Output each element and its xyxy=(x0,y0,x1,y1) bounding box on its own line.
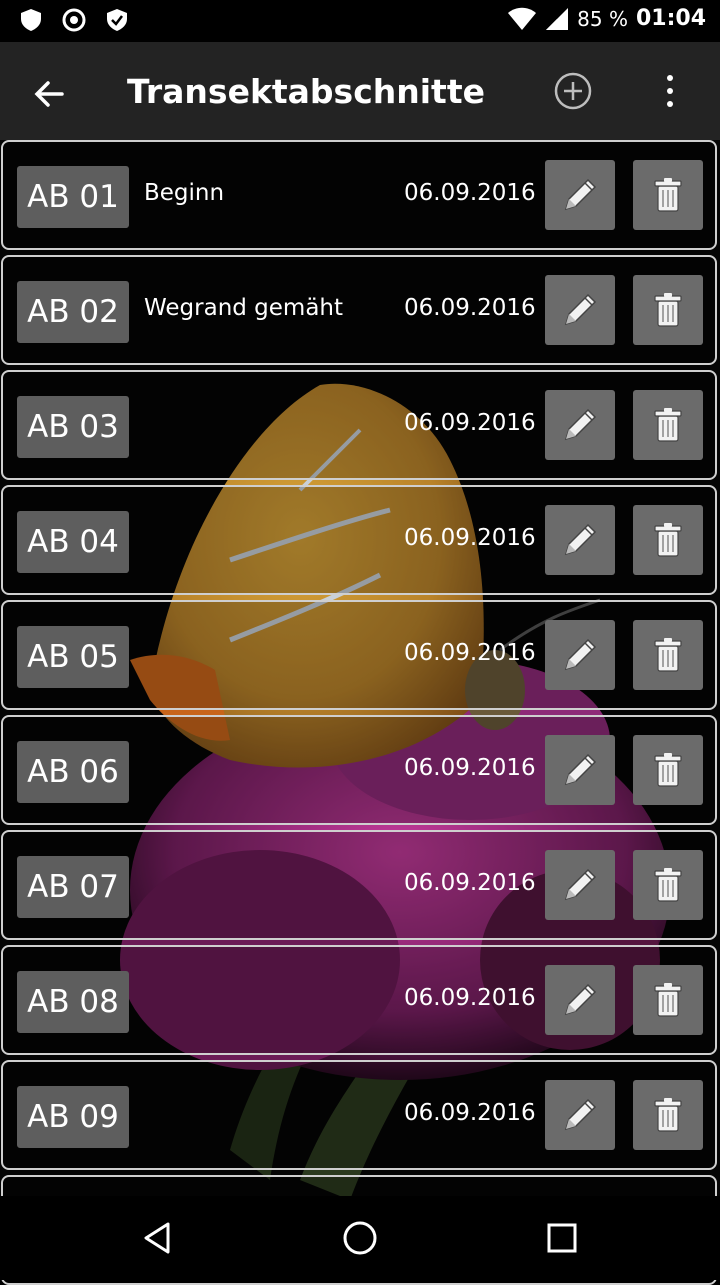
section-date: 06.09.2016 xyxy=(404,985,536,1011)
trash-icon xyxy=(654,523,682,557)
clock: 01:04 xyxy=(635,6,706,31)
list-item[interactable]: AB 08 06.09.2016 xyxy=(1,945,717,1055)
section-date: 06.09.2016 xyxy=(404,1100,536,1126)
delete-button[interactable] xyxy=(633,275,703,345)
pencil-icon xyxy=(564,408,597,441)
list-item[interactable]: AB 05 06.09.2016 xyxy=(1,600,717,710)
delete-button[interactable] xyxy=(633,390,703,460)
signal-icon xyxy=(546,7,569,30)
app-bar: Transektabschnitte xyxy=(0,42,720,140)
pencil-icon xyxy=(564,868,597,901)
target-icon xyxy=(62,8,86,32)
battery-percent: 85 % xyxy=(577,6,628,31)
pencil-icon xyxy=(564,983,597,1016)
delete-button[interactable] xyxy=(633,1080,703,1150)
list-item[interactable]: AB 01 Beginn 06.09.2016 xyxy=(1,140,717,250)
trash-icon xyxy=(654,1098,682,1132)
delete-button[interactable] xyxy=(633,850,703,920)
back-arrow-icon[interactable] xyxy=(28,72,72,116)
edit-button[interactable] xyxy=(545,505,615,575)
section-date: 06.09.2016 xyxy=(404,525,536,551)
trash-icon xyxy=(654,753,682,787)
delete-button[interactable] xyxy=(633,620,703,690)
pencil-icon xyxy=(564,178,597,211)
delete-button[interactable] xyxy=(633,735,703,805)
edit-button[interactable] xyxy=(545,275,615,345)
section-code: AB 07 xyxy=(17,856,129,918)
list-item[interactable]: AB 04 06.09.2016 xyxy=(1,485,717,595)
trash-icon xyxy=(654,983,682,1017)
add-circle-icon[interactable] xyxy=(552,70,594,112)
list-item[interactable]: AB 07 06.09.2016 xyxy=(1,830,717,940)
section-code: AB 06 xyxy=(17,741,129,803)
delete-button[interactable] xyxy=(633,505,703,575)
pencil-icon xyxy=(564,293,597,326)
section-code: AB 03 xyxy=(17,396,129,458)
edit-button[interactable] xyxy=(545,620,615,690)
trash-icon xyxy=(654,178,682,212)
trash-icon xyxy=(654,868,682,902)
delete-button[interactable] xyxy=(633,160,703,230)
recents-square-icon[interactable] xyxy=(540,1216,584,1260)
edit-button[interactable] xyxy=(545,965,615,1035)
edit-button[interactable] xyxy=(545,735,615,805)
edit-button[interactable] xyxy=(545,160,615,230)
section-date: 06.09.2016 xyxy=(404,295,536,321)
section-code: AB 08 xyxy=(17,971,129,1033)
section-date: 06.09.2016 xyxy=(404,640,536,666)
status-bar: 85 % 01:04 xyxy=(0,0,720,42)
section-code: AB 05 xyxy=(17,626,129,688)
list-item[interactable]: AB 02 Wegrand gemäht 06.09.2016 xyxy=(1,255,717,365)
pencil-icon xyxy=(564,753,597,786)
pencil-icon xyxy=(564,638,597,671)
list-item[interactable]: AB 03 06.09.2016 xyxy=(1,370,717,480)
section-code: AB 04 xyxy=(17,511,129,573)
shield-icon xyxy=(21,9,41,31)
section-description: Wegrand gemäht xyxy=(144,295,344,321)
section-date: 06.09.2016 xyxy=(404,180,536,206)
edit-button[interactable] xyxy=(545,1080,615,1150)
wifi-icon xyxy=(508,7,537,30)
pencil-icon xyxy=(564,1098,597,1131)
section-code: AB 01 xyxy=(17,166,129,228)
pencil-icon xyxy=(564,523,597,556)
list-item[interactable]: AB 06 06.09.2016 xyxy=(1,715,717,825)
section-date: 06.09.2016 xyxy=(404,755,536,781)
home-circle-icon[interactable] xyxy=(338,1216,382,1260)
trash-icon xyxy=(654,408,682,442)
list-item[interactable]: AB 09 06.09.2016 xyxy=(1,1060,717,1170)
edit-button[interactable] xyxy=(545,850,615,920)
overflow-menu-icon[interactable] xyxy=(658,70,682,112)
trash-icon xyxy=(654,638,682,672)
page-title: Transektabschnitte xyxy=(127,72,485,111)
delete-button[interactable] xyxy=(633,965,703,1035)
edit-button[interactable] xyxy=(545,390,615,460)
trash-icon xyxy=(654,293,682,327)
section-code: AB 02 xyxy=(17,281,129,343)
shield-check-icon xyxy=(107,9,127,31)
back-triangle-icon[interactable] xyxy=(136,1216,180,1260)
navigation-bar xyxy=(0,1196,720,1280)
section-code: AB 09 xyxy=(17,1086,129,1148)
section-description: Beginn xyxy=(144,180,225,206)
section-date: 06.09.2016 xyxy=(404,410,536,436)
section-date: 06.09.2016 xyxy=(404,870,536,896)
